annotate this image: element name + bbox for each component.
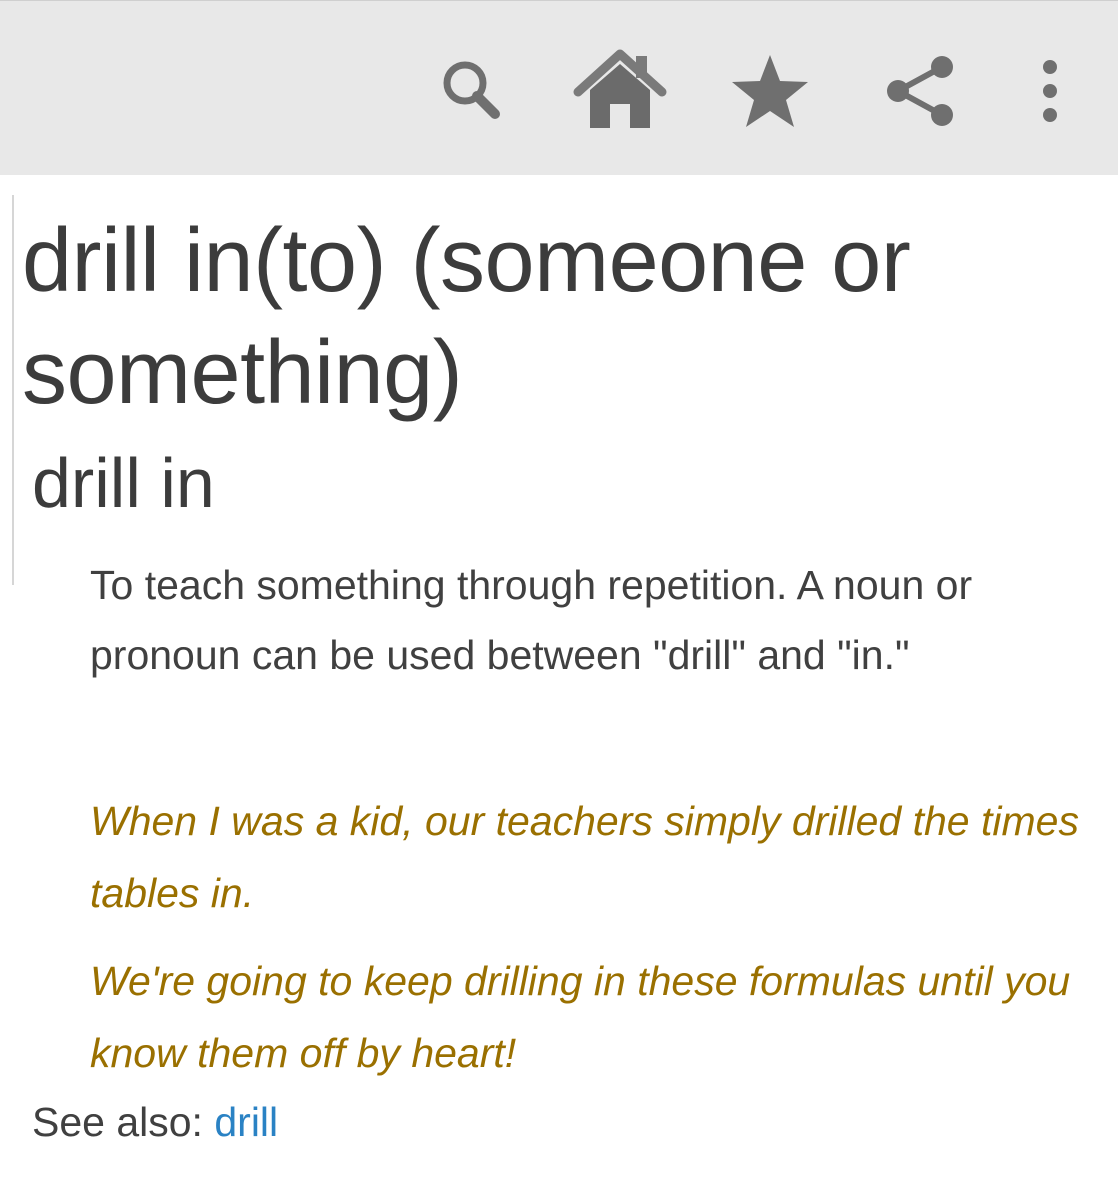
home-button[interactable]: [570, 41, 670, 141]
search-button[interactable]: [422, 41, 522, 141]
see-also-link-drill[interactable]: drill: [214, 1099, 278, 1145]
entry-content: drill in(to) (someone or something) dril…: [0, 175, 1118, 1200]
example-sentence: We're going to keep drilling in these fo…: [90, 958, 1071, 1076]
search-icon: [443, 61, 500, 119]
variant-heading: drill in: [32, 444, 215, 522]
example-sentence: When I was a kid, our teachers simply dr…: [90, 798, 1079, 916]
favorite-button[interactable]: [720, 41, 820, 141]
more-vertical-icon: [1043, 60, 1057, 122]
home-icon: [573, 49, 667, 128]
star-icon: [732, 55, 808, 127]
headword: drill in(to) (someone or something): [22, 211, 911, 423]
share-button[interactable]: [870, 41, 970, 141]
toolbar: [0, 0, 1118, 175]
see-also: See also: drill: [32, 1092, 278, 1152]
definition-text: To teach something through repetition. A…: [90, 562, 973, 678]
share-icon: [887, 56, 953, 126]
divider: [12, 195, 14, 585]
more-options-button[interactable]: [1000, 41, 1100, 141]
see-also-label: See also:: [32, 1099, 203, 1145]
